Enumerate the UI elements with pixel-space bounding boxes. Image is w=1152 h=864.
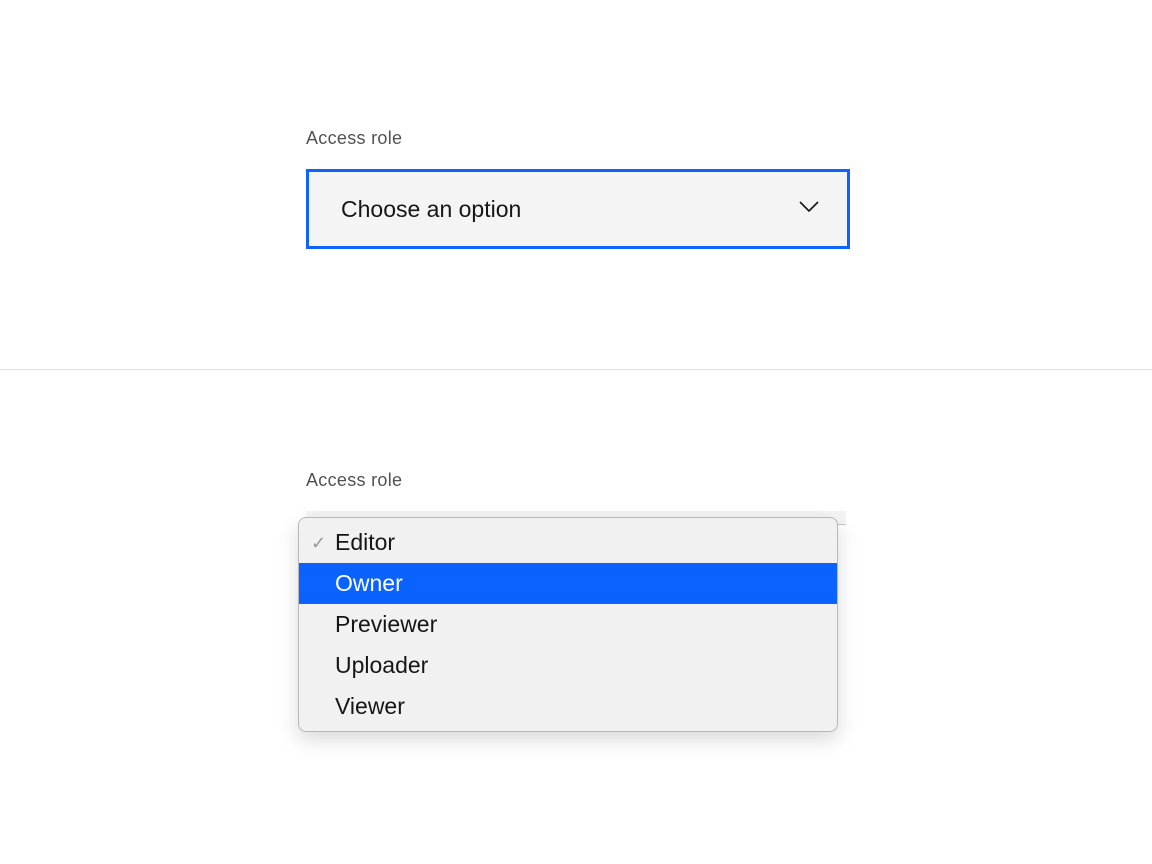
access-role-label: Access role [306, 470, 1152, 491]
menu-item-viewer[interactable]: Viewer [299, 686, 837, 727]
check-icon: ✓ [311, 534, 335, 552]
access-role-dropdown[interactable]: Choose an option [306, 169, 850, 249]
dropdown-placeholder: Choose an option [341, 196, 521, 223]
menu-item-uploader[interactable]: Uploader [299, 645, 837, 686]
access-role-dropdown-menu[interactable]: ✓ Editor Owner Previewer Uploader Viewer [298, 517, 838, 732]
access-role-label: Access role [306, 128, 1152, 149]
menu-item-owner[interactable]: Owner [299, 563, 837, 604]
chevron-down-icon [799, 200, 819, 218]
menu-item-editor[interactable]: ✓ Editor [299, 522, 837, 563]
dropdown-closed-section: Access role Choose an option [0, 0, 1152, 249]
dropdown-open-section: Access role ✓ Editor Owner Previewer Upl… [0, 370, 1152, 525]
menu-item-previewer[interactable]: Previewer [299, 604, 837, 645]
